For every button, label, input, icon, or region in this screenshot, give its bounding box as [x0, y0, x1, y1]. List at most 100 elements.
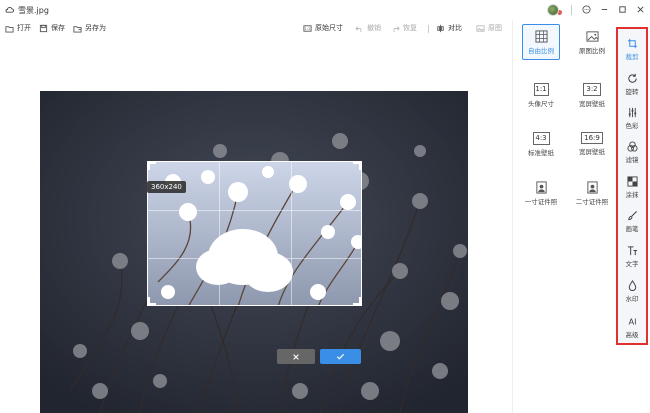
- ratio-original-tile: 原图比例: [573, 24, 611, 60]
- undo-button[interactable]: 撤销: [355, 23, 381, 33]
- check-icon: [336, 353, 345, 360]
- image-icon: [476, 24, 485, 32]
- crop-handle-bottom-left[interactable]: [148, 297, 150, 305]
- original-size-button[interactable]: 1:1 原始尺寸: [303, 23, 343, 33]
- ratio-16-9-tile: 16:9 宽屏壁纸: [573, 126, 611, 162]
- ratio-glyph: 4:3: [532, 131, 550, 145]
- tool-label: 文字: [625, 259, 639, 268]
- compare-button[interactable]: 对比: [436, 23, 462, 33]
- tool-crop[interactable]: 裁剪: [618, 32, 646, 66]
- tool-label: 裁剪: [625, 52, 639, 61]
- feedback-icon[interactable]: [580, 4, 592, 16]
- tool-advanced[interactable]: AI 高级: [618, 310, 646, 344]
- tool-label: 涂抹: [625, 190, 639, 199]
- original-size-icon: 1:1: [303, 24, 312, 32]
- tool-rotate[interactable]: 旋转: [618, 67, 646, 101]
- crop-confirm-button[interactable]: [320, 349, 361, 364]
- ratio-1-inch-tile: 一寸证件照: [522, 175, 560, 211]
- ratio-16-9[interactable]: 16:9 宽屏壁纸: [570, 126, 614, 162]
- brush-icon: [627, 210, 637, 220]
- save-as-label: 另存为: [85, 24, 106, 32]
- tool-smudge[interactable]: 涂抹: [618, 170, 646, 204]
- ratio-label: 二寸证件照: [575, 197, 609, 206]
- close-icon: [293, 353, 299, 360]
- tool-text[interactable]: 文字: [618, 239, 646, 273]
- user-avatar[interactable]: [547, 3, 559, 16]
- crop-handle-top-right[interactable]: [359, 162, 361, 170]
- editor-canvas: 360x240: [0, 37, 512, 413]
- tool-label: 色彩: [625, 121, 639, 130]
- svg-text:AI: AI: [628, 316, 636, 326]
- original-size-label: 原始尺寸: [315, 24, 343, 32]
- ratio-3-2-tile: 3:2 宽屏壁纸: [573, 77, 611, 113]
- open-button[interactable]: 打开: [5, 23, 31, 33]
- redo-button[interactable]: 恢复: [391, 23, 417, 33]
- save-icon: [39, 24, 48, 32]
- ratio-label: 原图比例: [579, 46, 605, 55]
- text-icon: [627, 245, 637, 255]
- tool-color[interactable]: 色彩: [618, 101, 646, 135]
- window-title: 雪景.jpg: [18, 6, 49, 15]
- ratio-label: 宽屏壁纸: [579, 148, 605, 156]
- ratio-original[interactable]: 原图比例: [570, 24, 614, 60]
- minimize-button[interactable]: [598, 4, 610, 16]
- ratio-free-tile: 自由比例: [522, 24, 560, 60]
- crop-size-label: 360x240: [147, 181, 186, 193]
- toolbar-divider: [428, 25, 429, 33]
- ratio-label: 头像尺寸: [528, 99, 554, 108]
- ratio-2-inch-id[interactable]: 二寸证件照: [570, 175, 614, 211]
- original-image-button[interactable]: 原图: [476, 23, 502, 33]
- ratio-label: 自由比例: [528, 46, 554, 55]
- crop-ratio-panel: 自由比例 原图比例 1:1 头像尺寸 3:2 宽屏壁纸 4:3 标准壁纸 16:…: [512, 20, 616, 413]
- ratio-label: 标准壁纸: [528, 148, 554, 157]
- crop-grid-line: [148, 258, 361, 259]
- maximize-button[interactable]: [616, 4, 628, 16]
- ai-icon: AI: [628, 316, 636, 326]
- tool-label: 水印: [625, 294, 639, 303]
- id-photo-icon: [535, 180, 547, 194]
- ratio-1-inch-id[interactable]: 一寸证件照: [519, 175, 563, 211]
- tool-filter[interactable]: 滤镜: [618, 135, 646, 169]
- snow-photo: [40, 91, 468, 413]
- save-label: 保存: [51, 24, 65, 32]
- undo-label: 撤销: [367, 24, 381, 32]
- id-photo-icon: [586, 180, 598, 194]
- svg-text:1:1: 1:1: [305, 27, 311, 31]
- toolbar: 打开 保存 另存为 1:1 原始尺寸 撤销 恢复 对比 原图: [0, 20, 512, 36]
- ratio-3-2[interactable]: 3:2 宽屏壁纸: [570, 77, 614, 113]
- redo-icon: [393, 25, 400, 32]
- folder-icon: [5, 25, 14, 33]
- ratio-1-1[interactable]: 1:1 头像尺寸: [519, 77, 563, 113]
- ratio-label: 一寸证件照: [524, 197, 558, 206]
- image-icon: [585, 30, 599, 42]
- tool-brush[interactable]: 画笔: [618, 204, 646, 238]
- rotate-icon: [627, 73, 637, 83]
- ratio-2-inch-tile: 二寸证件照: [573, 175, 611, 211]
- crop-cancel-button[interactable]: [277, 349, 315, 364]
- cloud-app-icon: [5, 5, 14, 14]
- crop-grid-line: [148, 210, 361, 211]
- compare-label: 对比: [448, 24, 462, 32]
- undo-icon: [355, 25, 362, 32]
- grid-icon: [534, 29, 548, 43]
- tool-label: 滤镜: [625, 155, 639, 164]
- save-as-icon: [73, 25, 82, 33]
- ratio-glyph: 16:9: [581, 132, 603, 144]
- ratio-1-1-tile: 1:1 头像尺寸: [522, 77, 560, 113]
- ratio-glyph: 1:1: [533, 82, 549, 96]
- close-button[interactable]: [634, 4, 646, 16]
- ratio-free[interactable]: 自由比例: [519, 24, 563, 60]
- adjust-sliders-icon: [628, 107, 636, 117]
- crop-grid-line: [291, 162, 292, 305]
- crop-handle-top-left[interactable]: [148, 162, 150, 170]
- ratio-4-3[interactable]: 4:3 标准壁纸: [519, 126, 563, 162]
- filter-circles-icon: [626, 140, 638, 152]
- save-as-button[interactable]: 另存为: [73, 23, 106, 33]
- mosaic-icon: [626, 175, 638, 187]
- tool-watermark[interactable]: 水印: [618, 274, 646, 308]
- ratio-4-3-tile: 4:3 标准壁纸: [522, 126, 560, 162]
- crop-handle-bottom-right[interactable]: [359, 297, 361, 305]
- save-button[interactable]: 保存: [39, 23, 65, 33]
- ratio-label: 宽屏壁纸: [579, 99, 605, 108]
- watermark-icon: [628, 279, 636, 291]
